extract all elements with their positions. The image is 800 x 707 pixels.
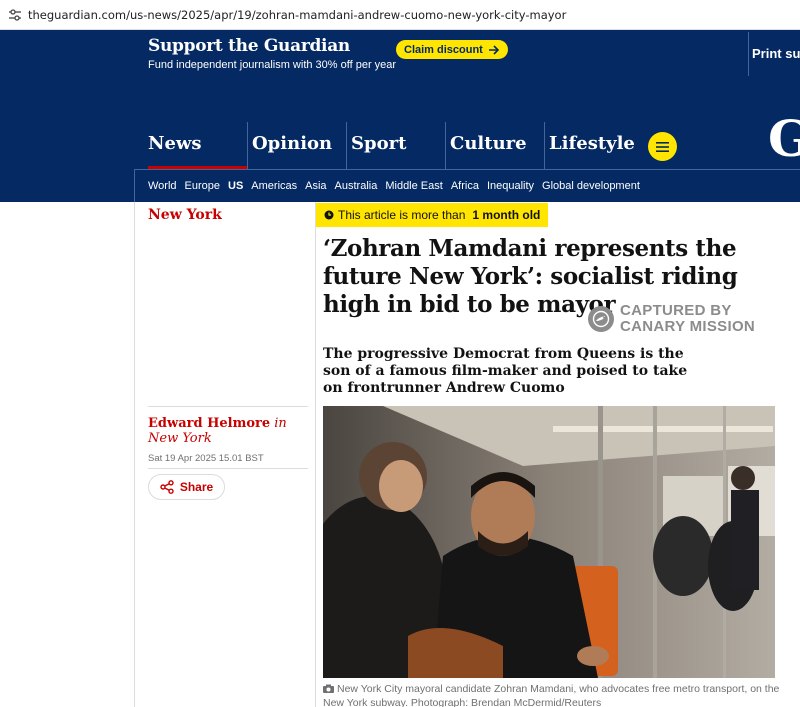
share-button[interactable]: Share (148, 474, 225, 500)
pillar-sport[interactable]: Sport (346, 122, 445, 170)
subnav-us[interactable]: US (228, 180, 243, 192)
subnav-africa[interactable]: Africa (451, 180, 479, 192)
caption-text: New York City mayoral candidate Zohran M… (323, 683, 780, 707)
article-main-photo[interactable] (323, 406, 775, 678)
watermark-line-2: CANARY MISSION (620, 318, 756, 335)
left-column-rule (134, 202, 135, 707)
subnav-inequality[interactable]: Inequality (487, 180, 534, 192)
support-banner: Support the Guardian Fund independent jo… (0, 30, 800, 78)
subnav-middle-east[interactable]: Middle East (385, 180, 442, 192)
pillar-opinion[interactable]: Opinion (247, 122, 346, 170)
print-subscription-link[interactable]: Print sub (752, 46, 800, 61)
article-age-notice: This article is more than 1 month old (316, 203, 549, 227)
share-label: Share (179, 480, 214, 494)
byline-divider-bottom (148, 468, 308, 469)
claim-discount-button[interactable]: Claim discount (396, 40, 508, 59)
photo-caption: New York City mayoral candidate Zohran M… (323, 682, 783, 707)
camera-icon (323, 684, 334, 693)
subway-photo-illustration (323, 406, 775, 678)
hamburger-menu-icon (656, 141, 669, 152)
guardian-logo[interactable]: G (768, 114, 800, 164)
watermark-line-1: CAPTURED BY (620, 302, 732, 319)
main-navigation: News Opinion Sport Culture Lifestyle G W… (0, 78, 800, 202)
pillar-culture[interactable]: Culture (445, 122, 544, 170)
age-notice-text: This article is more than (338, 208, 466, 222)
subnav-americas[interactable]: Americas (251, 180, 297, 192)
share-icon (160, 480, 174, 494)
byline-divider-top (148, 406, 308, 407)
publish-date: Sat 19 Apr 2025 15.01 BST (148, 453, 264, 464)
pillar-lifestyle[interactable]: Lifestyle (544, 122, 643, 170)
subnav-world[interactable]: World (148, 180, 177, 192)
subnav-australia[interactable]: Australia (335, 180, 378, 192)
canary-mission-watermark: CAPTURED BY CANARY MISSION (588, 303, 755, 335)
pillar-news[interactable]: News (148, 122, 247, 170)
byline: Edward Helmore in New York (148, 416, 308, 446)
arrow-right-icon (488, 44, 499, 55)
banner-divider (748, 32, 749, 76)
subnav-global-development[interactable]: Global development (542, 180, 640, 192)
subnav-asia[interactable]: Asia (305, 180, 326, 192)
sub-navigation: World Europe US Americas Asia Australia … (134, 169, 800, 202)
menu-button[interactable] (648, 132, 677, 161)
url-text[interactable]: theguardian.com/us-news/2025/apr/19/zohr… (28, 8, 566, 22)
support-title[interactable]: Support the Guardian (148, 36, 350, 56)
support-subtitle: Fund independent journalism with 30% off… (148, 59, 397, 71)
article-standfirst: The progressive Democrat from Queens is … (323, 346, 688, 396)
middle-column-rule (315, 202, 316, 707)
canary-bird-icon (588, 306, 614, 332)
author-link[interactable]: Edward Helmore (148, 416, 270, 431)
browser-address-bar[interactable]: theguardian.com/us-news/2025/apr/19/zohr… (0, 0, 800, 30)
subnav-europe[interactable]: Europe (185, 180, 220, 192)
section-label[interactable]: New York (148, 207, 222, 223)
claim-discount-label: Claim discount (404, 43, 483, 56)
clock-icon (324, 210, 334, 220)
site-settings-icon[interactable] (8, 8, 22, 22)
age-notice-bold: 1 month old (472, 208, 541, 222)
